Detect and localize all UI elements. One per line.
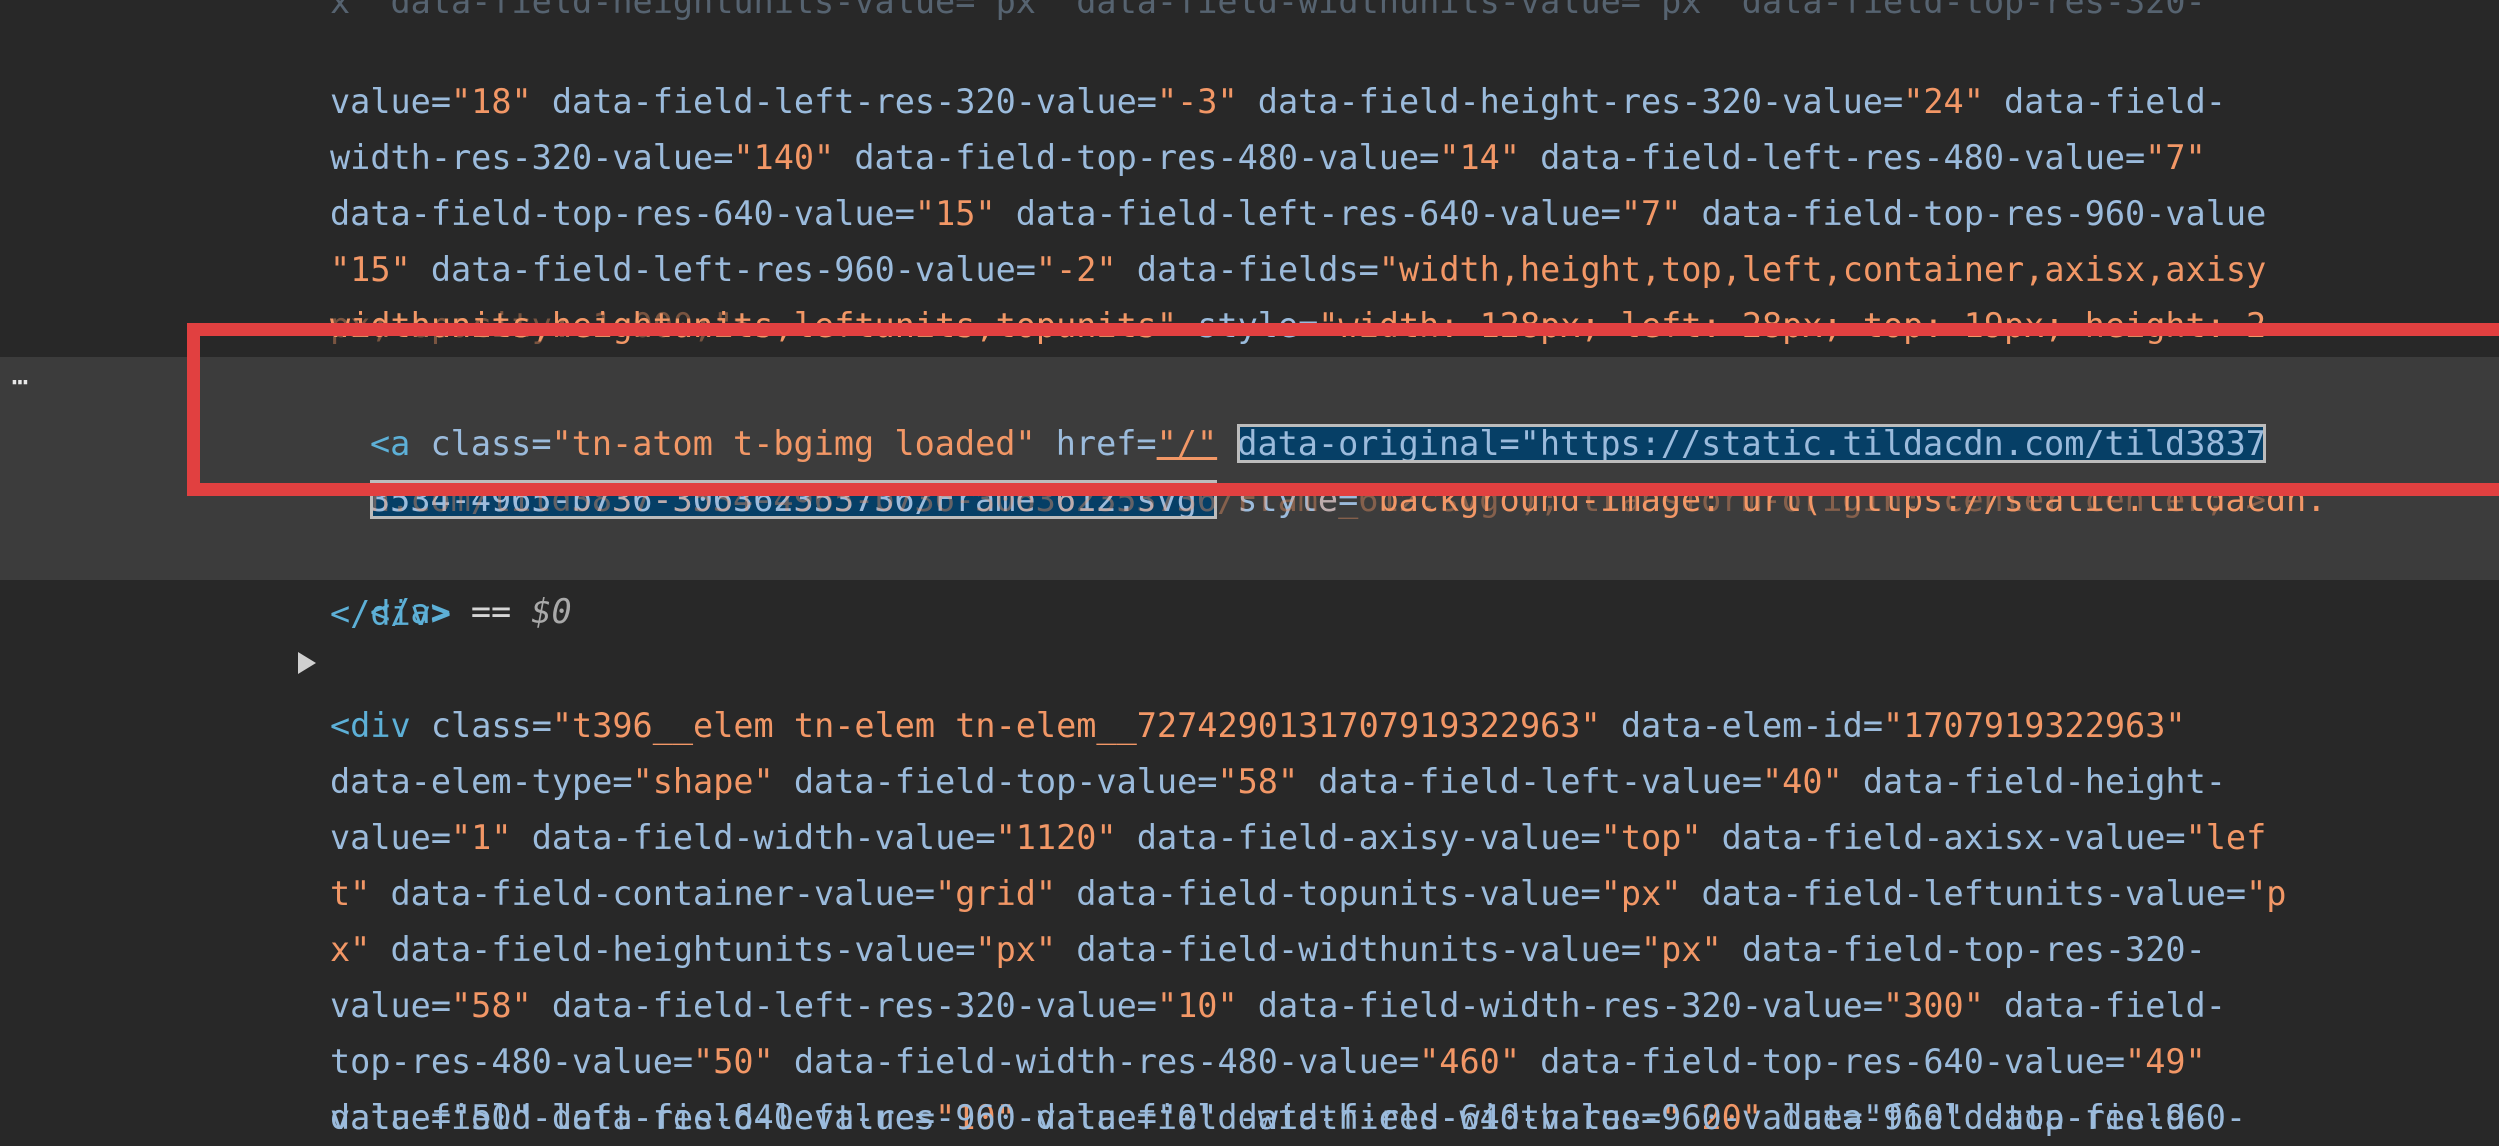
code-line: </a> == $0 — [370, 528, 572, 631]
triangle-right-icon[interactable] — [298, 652, 316, 674]
code-line: data-field-top-res-640-value="15" data-f… — [330, 130, 2266, 233]
code-line: value="18" data-field-left-res-320-value… — [330, 18, 2226, 121]
code-line: "15" data-field-left-res-960-value="-2" … — [330, 186, 2266, 289]
code-line: x" data-field-heightunits-value="px" dat… — [330, 866, 2206, 969]
code-line: data-elem-type="shape" data-field-top-va… — [330, 698, 2226, 801]
attr-value: "p — [2246, 874, 2287, 913]
ellipsis-icon[interactable]: ⋯ — [0, 357, 40, 407]
code-line[interactable]: <div class="t396__elem tn-elem tn-elem__… — [330, 642, 2186, 745]
code-line: width-res-320-value="140" data-field-top… — [330, 74, 2206, 177]
annotation-highlight-box — [187, 323, 2499, 496]
code-line: value="58" data-field-left-res-320-value… — [330, 922, 2226, 1025]
console-ref: $0 — [531, 592, 572, 631]
code-line: value="50" data-field-left-res-960-value… — [330, 1098, 2206, 1137]
code-line: t" data-field-container-value="grid" dat… — [330, 810, 2286, 913]
code-line: top-res-480-value="50" data-field-width-… — [330, 978, 2206, 1081]
code-line: data-field-left-res-640-value="10" data-… — [330, 1034, 2246, 1137]
devtools-elements-panel: { "colors": { "background": "#282828", "… — [0, 0, 2499, 1137]
code-line: widthunits,heightunits,leftunits,topunit… — [330, 242, 2266, 345]
console-ref-eq: == — [450, 592, 532, 631]
code-line: value="1" data-field-width-value="1120" … — [330, 754, 2266, 857]
code-line: </div> — [330, 594, 452, 633]
